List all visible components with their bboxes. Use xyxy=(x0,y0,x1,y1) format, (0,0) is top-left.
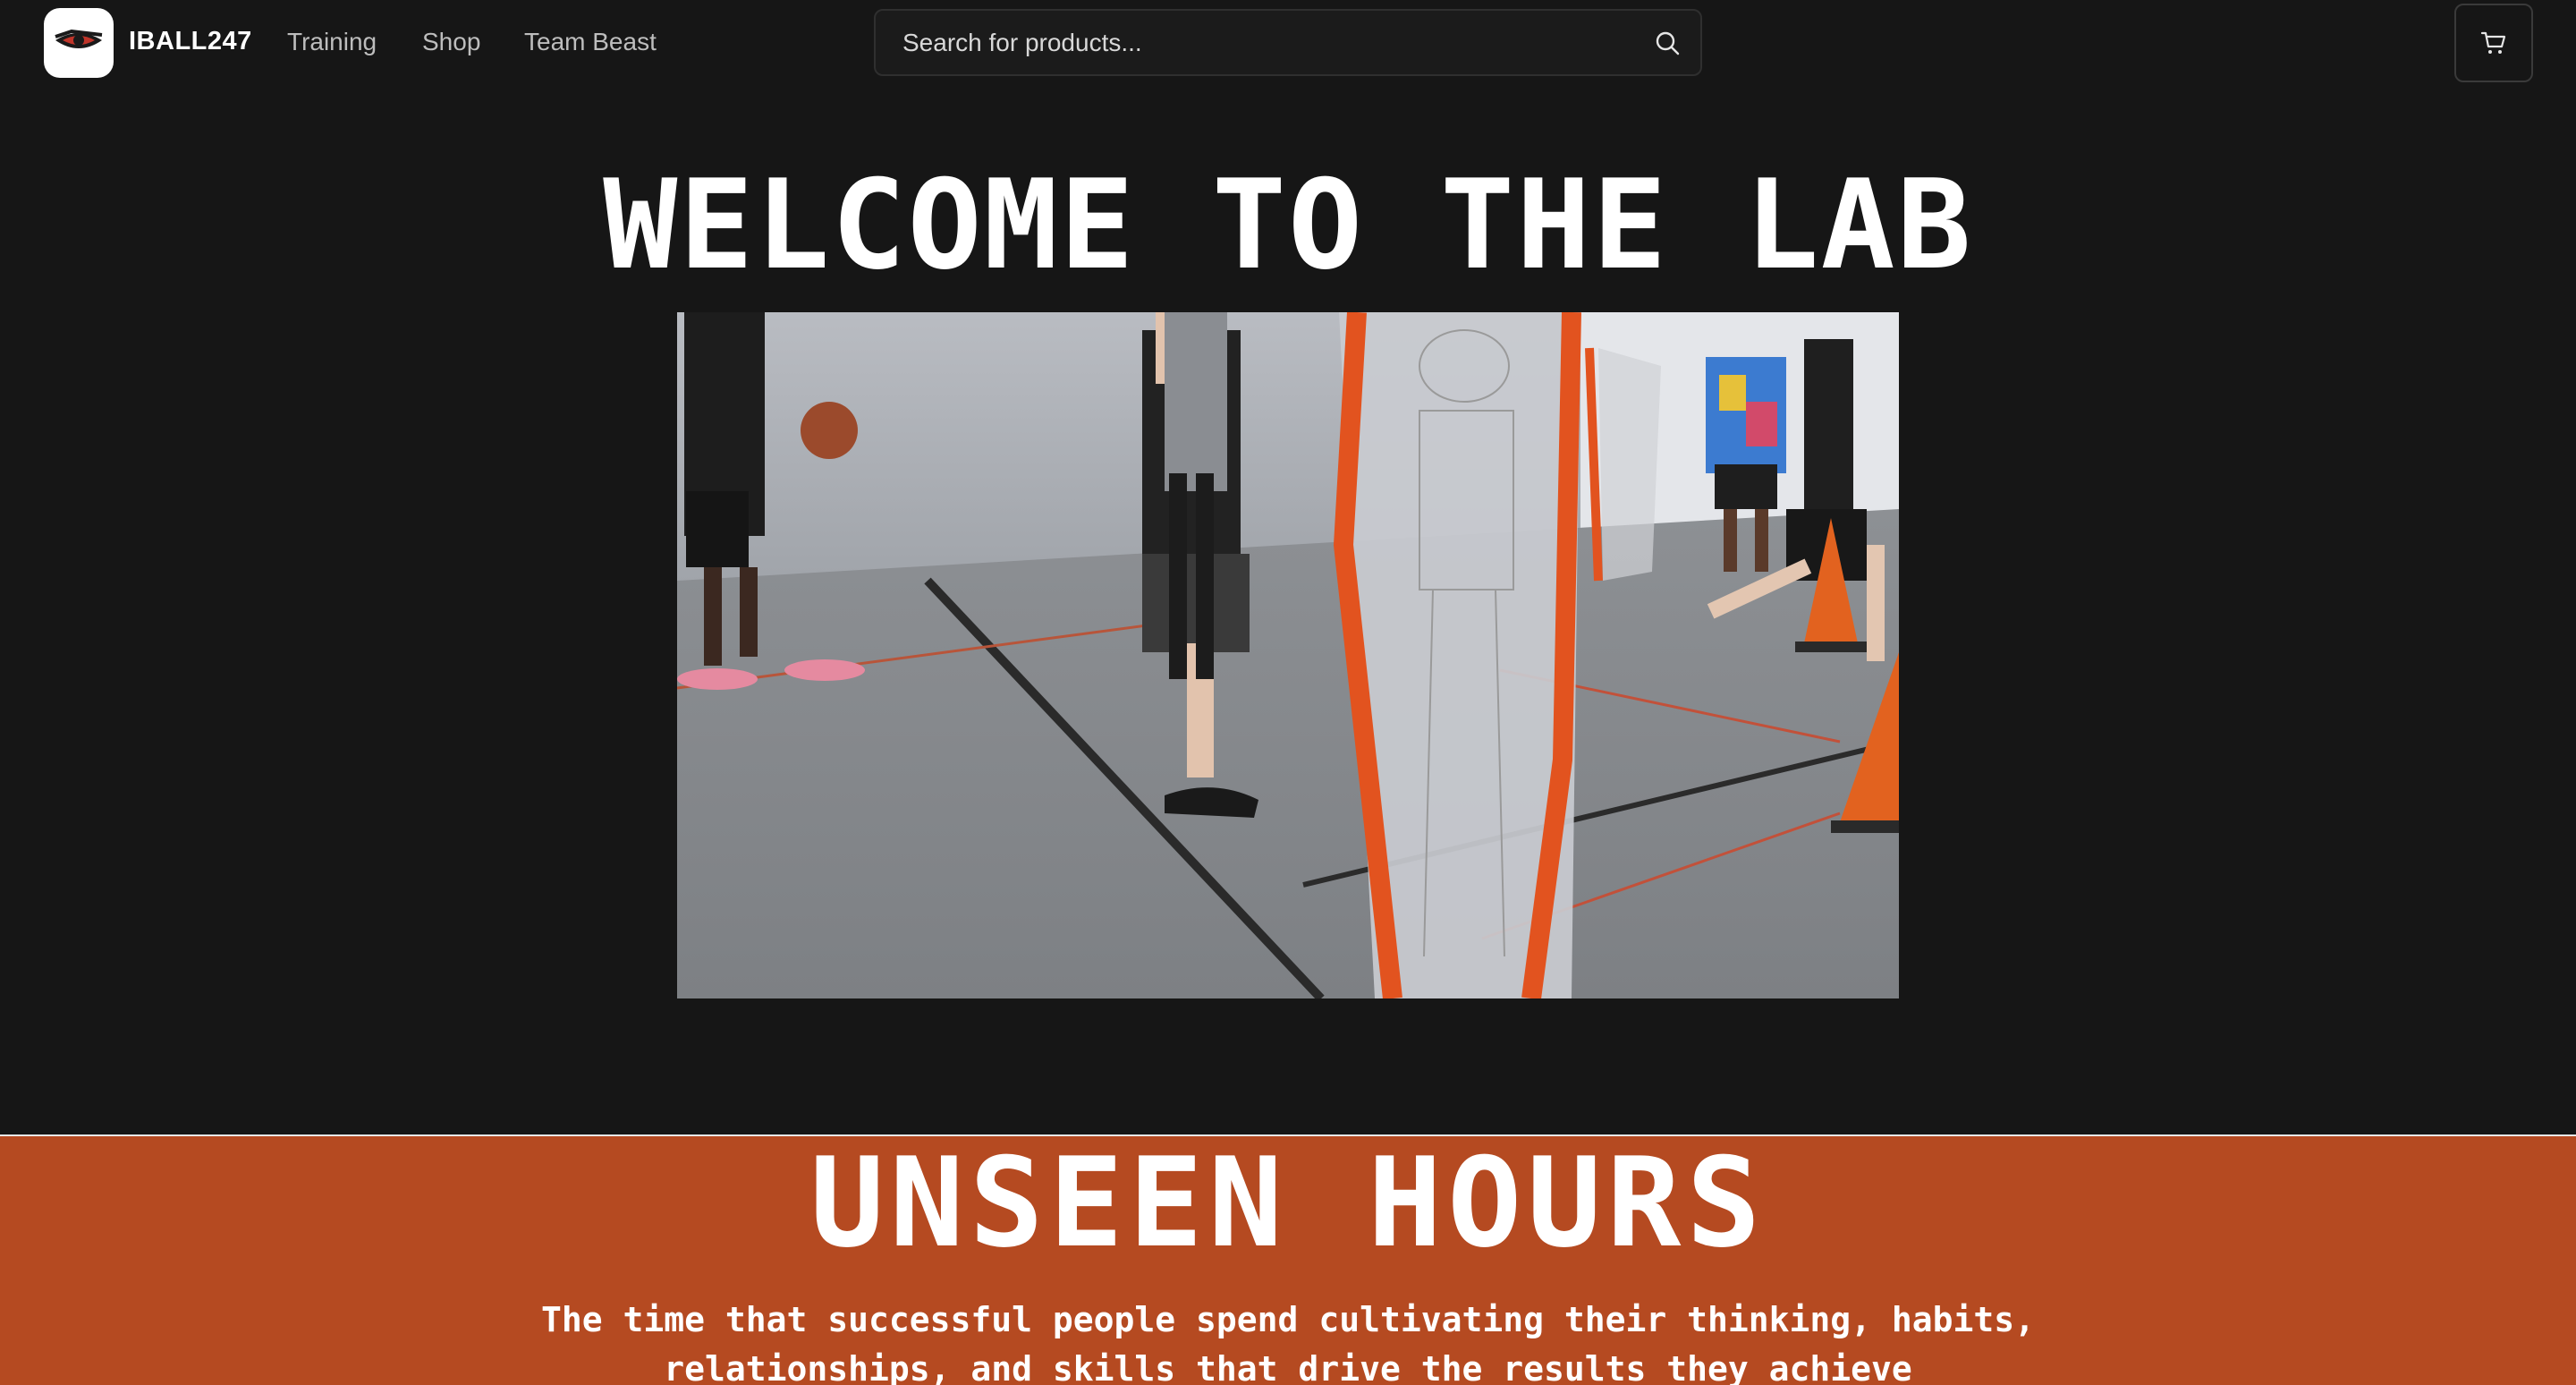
search-input[interactable] xyxy=(902,11,1636,74)
logo-link[interactable] xyxy=(44,8,114,78)
training-video[interactable] xyxy=(677,312,1899,998)
nav-link-shop[interactable]: Shop xyxy=(422,28,480,56)
page: IBALL247 Training Shop Team Beast WELCOM… xyxy=(0,0,2576,1385)
hero-title: WELCOME TO THE LAB xyxy=(603,153,1973,297)
top-nav: IBALL247 Training Shop Team Beast xyxy=(0,0,2576,86)
brand-name[interactable]: IBALL247 xyxy=(129,27,252,56)
cart-icon xyxy=(2480,31,2506,54)
nav-link-team-beast[interactable]: Team Beast xyxy=(524,28,657,56)
search-icon[interactable] xyxy=(1654,30,1681,56)
video-frame-illustration xyxy=(677,312,1899,998)
banner-description: The time that successful people spend cu… xyxy=(540,1300,2036,1385)
eye-logo-icon xyxy=(55,29,103,48)
banner-title: UNSEEN HOURS xyxy=(809,1131,1767,1275)
cart-button[interactable] xyxy=(2454,4,2533,82)
search-box xyxy=(874,9,1702,76)
nav-link-training[interactable]: Training xyxy=(287,28,377,56)
